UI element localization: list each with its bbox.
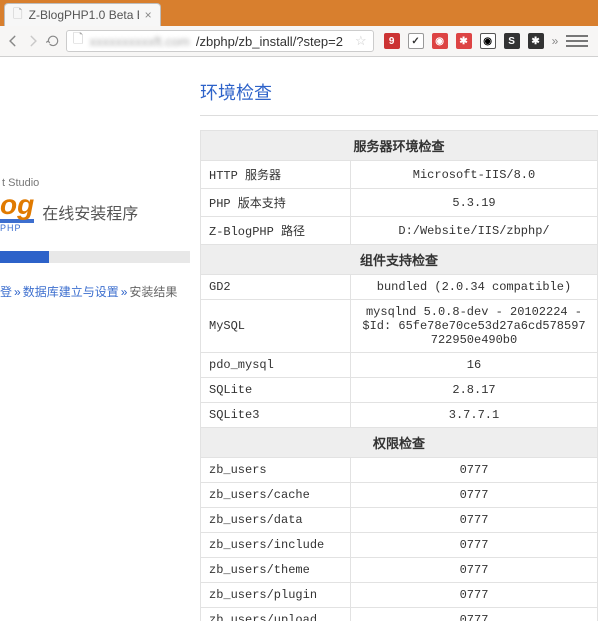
table-cell-value: 2.8.17 [351, 378, 598, 403]
logo-mark: og [0, 191, 34, 223]
table-cell-key: SQLite3 [201, 403, 351, 428]
star-icon[interactable]: ☆ [355, 33, 367, 49]
table-cell-key: zb_users/theme [201, 558, 351, 583]
table-row: HTTP 服务器Microsoft-IIS/8.0 [201, 161, 598, 189]
table-row: GD2bundled (2.0.34 compatible) [201, 275, 598, 300]
ext-icon-1[interactable]: 9 [384, 33, 400, 49]
table-cell-key: HTTP 服务器 [201, 161, 351, 189]
table-row: zb_users/plugin0777 [201, 583, 598, 608]
table-cell-value: 3.7.7.1 [351, 403, 598, 428]
table-cell-key: zb_users/upload [201, 608, 351, 621]
ext-icon-7[interactable]: ✱ [528, 33, 544, 49]
table-row: zb_users/data0777 [201, 508, 598, 533]
table-cell-key: zb_users [201, 458, 351, 483]
tab-title: Z-BlogPHP1.0 Beta Buil [29, 8, 139, 22]
environment-table: 服务器环境检查HTTP 服务器Microsoft-IIS/8.0PHP 版本支持… [200, 130, 598, 621]
forward-button[interactable] [26, 32, 40, 50]
reload-button[interactable] [46, 32, 60, 50]
page-title: 环境检查 [200, 79, 598, 116]
close-icon[interactable]: × [145, 8, 152, 22]
sidebar: t Studio og PHP 在线安装程序 登»数据库建立与设置»安装结果 [0, 57, 200, 621]
table-row: pdo_mysql16 [201, 353, 598, 378]
table-row: MySQLmysqlnd 5.0.8-dev - 20102224 - $Id:… [201, 300, 598, 353]
table-cell-value: 0777 [351, 608, 598, 621]
url-host: xxxxxxxxxxft.com [89, 34, 189, 49]
table-cell-key: GD2 [201, 275, 351, 300]
back-button[interactable] [6, 32, 20, 50]
table-cell-value: bundled (2.0.34 compatible) [351, 275, 598, 300]
ext-icon-5[interactable]: ◉ [480, 33, 496, 49]
page-icon: 🗋 [73, 30, 83, 52]
ext-icon-3[interactable]: ◉ [432, 33, 448, 49]
table-cell-value: 16 [351, 353, 598, 378]
tab-strip: 🗋 Z-BlogPHP1.0 Beta Buil × [0, 0, 598, 26]
table-cell-value: 0777 [351, 508, 598, 533]
progress-fill [0, 251, 49, 263]
table-cell-key: zb_users/data [201, 508, 351, 533]
browser-toolbar: 🗋 xxxxxxxxxxft.com/zbphp/zb_install/?ste… [0, 26, 598, 56]
table-row: zb_users0777 [201, 458, 598, 483]
table-cell-value: 0777 [351, 483, 598, 508]
installer-title: 在线安装程序 [42, 200, 138, 224]
breadcrumb: 登»数据库建立与设置»安装结果 [0, 283, 190, 300]
table-row: PHP 版本支持5.3.19 [201, 189, 598, 217]
table-cell-value: 0777 [351, 533, 598, 558]
studio-label: t Studio [2, 177, 190, 189]
table-cell-key: Z-BlogPHP 路径 [201, 217, 351, 245]
logo-sub: PHP [0, 223, 34, 233]
table-cell-key: PHP 版本支持 [201, 189, 351, 217]
browser-chrome: 🗋 Z-BlogPHP1.0 Beta Buil × 🗋 xxxxxxxxxxf… [0, 0, 598, 57]
ext-icon-4[interactable]: ✱ [456, 33, 472, 49]
table-row: zb_users/theme0777 [201, 558, 598, 583]
crumb-step-prev[interactable]: 登 [0, 285, 12, 299]
page-icon: 🗋 [13, 5, 23, 26]
table-cell-value: 0777 [351, 458, 598, 483]
table-cell-value: 0777 [351, 583, 598, 608]
main-content: 环境检查 服务器环境检查HTTP 服务器Microsoft-IIS/8.0PHP… [200, 57, 598, 621]
ext-icon-2[interactable]: ✓ [408, 33, 424, 49]
table-row: zb_users/include0777 [201, 533, 598, 558]
table-cell-value: mysqlnd 5.0.8-dev - 20102224 - $Id: 65fe… [351, 300, 598, 353]
table-row: zb_users/upload0777 [201, 608, 598, 621]
table-row: Z-BlogPHP 路径D:/Website/IIS/zbphp/ [201, 217, 598, 245]
table-cell-key: SQLite [201, 378, 351, 403]
table-section-head: 权限检查 [201, 428, 598, 458]
ext-icon-6[interactable]: S [504, 33, 520, 49]
table-cell-value: D:/Website/IIS/zbphp/ [351, 217, 598, 245]
table-cell-value: Microsoft-IIS/8.0 [351, 161, 598, 189]
browser-tab[interactable]: 🗋 Z-BlogPHP1.0 Beta Buil × [4, 3, 161, 26]
table-cell-key: zb_users/cache [201, 483, 351, 508]
table-row: SQLite33.7.7.1 [201, 403, 598, 428]
table-cell-key: pdo_mysql [201, 353, 351, 378]
table-cell-value: 0777 [351, 558, 598, 583]
table-row: zb_users/cache0777 [201, 483, 598, 508]
extension-icons: 9 ✓ ◉ ✱ ◉ S ✱ » [380, 32, 593, 50]
progress-bar [0, 251, 190, 263]
crumb-step-mid[interactable]: 数据库建立与设置 [23, 285, 119, 299]
table-cell-key: MySQL [201, 300, 351, 353]
table-row: SQLite2.8.17 [201, 378, 598, 403]
chevron-right-icon[interactable]: » [552, 34, 559, 48]
url-path: /zbphp/zb_install/?step=2 [196, 34, 343, 49]
table-cell-value: 5.3.19 [351, 189, 598, 217]
table-section-head: 服务器环境检查 [201, 131, 598, 161]
logo: og PHP 在线安装程序 [0, 191, 190, 233]
table-cell-key: zb_users/plugin [201, 583, 351, 608]
crumb-step-last: 安装结果 [129, 285, 177, 299]
table-section-head: 组件支持检查 [201, 245, 598, 275]
menu-icon[interactable] [566, 32, 588, 50]
page-body: t Studio og PHP 在线安装程序 登»数据库建立与设置»安装结果 环… [0, 57, 598, 621]
address-bar[interactable]: 🗋 xxxxxxxxxxft.com/zbphp/zb_install/?ste… [66, 30, 374, 52]
table-cell-key: zb_users/include [201, 533, 351, 558]
